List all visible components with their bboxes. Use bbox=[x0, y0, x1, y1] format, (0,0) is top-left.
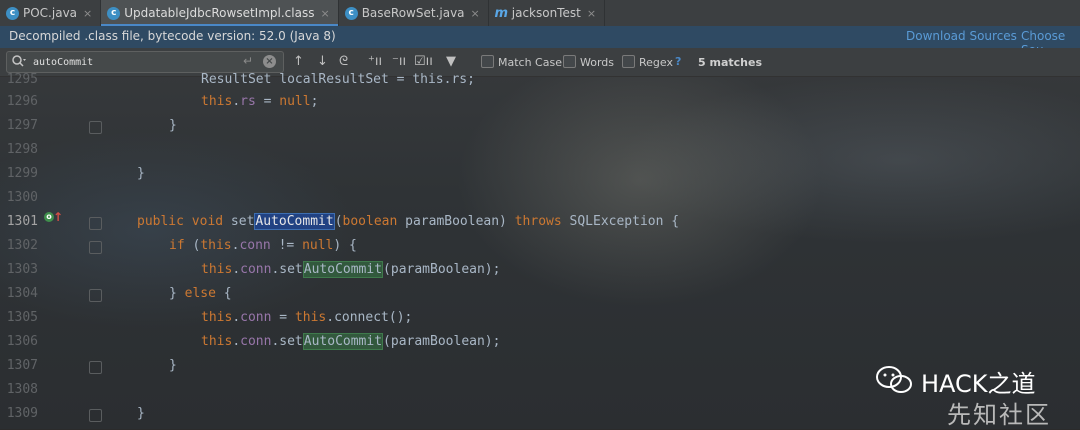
code-line: if (this.conn != null) { bbox=[169, 238, 357, 253]
close-icon[interactable]: × bbox=[83, 7, 92, 20]
line-number: 1302 bbox=[6, 238, 38, 253]
fold-marker-icon[interactable] bbox=[89, 121, 102, 134]
filter-icon[interactable]: ▼ bbox=[446, 54, 456, 69]
tab-poc-java[interactable]: c POC.java × bbox=[0, 0, 102, 26]
tab-label: BaseRowSet.java bbox=[361, 6, 465, 20]
watermark-title: HACK之道 bbox=[921, 370, 1036, 398]
code-line: this.rs = null; bbox=[201, 94, 319, 109]
line-number: 1303 bbox=[6, 262, 38, 277]
code-line: } bbox=[137, 166, 145, 181]
code-line: public void setAutoCommit(boolean paramB… bbox=[137, 213, 680, 230]
regex-label[interactable]: Regex bbox=[639, 56, 673, 69]
tab-label: POC.java bbox=[23, 6, 78, 20]
search-field[interactable]: ↵ × bbox=[6, 51, 284, 73]
code-line: this.conn.setAutoCommit(paramBoolean); bbox=[201, 333, 501, 350]
class-c-icon: c bbox=[107, 6, 121, 20]
fold-marker-icon[interactable] bbox=[89, 361, 102, 374]
search-history-icon[interactable] bbox=[11, 54, 27, 70]
line-number: 1295 bbox=[6, 72, 38, 87]
remove-occurrence-icon[interactable]: ⁻ıı bbox=[392, 54, 406, 69]
fold-marker-icon[interactable] bbox=[89, 217, 102, 230]
line-number: 1306 bbox=[6, 334, 38, 349]
line-number: 1301 bbox=[6, 214, 38, 229]
regex-checkbox[interactable] bbox=[622, 55, 635, 68]
clear-search-icon[interactable]: × bbox=[263, 55, 276, 68]
code-line: this.conn = this.connect(); bbox=[201, 310, 413, 325]
tab-label: UpdatableJdbcRowsetImpl.class bbox=[124, 6, 315, 20]
class-c-icon: c bbox=[344, 6, 358, 20]
line-number: 1305 bbox=[6, 310, 38, 325]
tab-jackson-test[interactable]: m jacksonTest × bbox=[489, 0, 606, 26]
code-line: } bbox=[137, 406, 145, 421]
wechat-icon bbox=[876, 366, 912, 393]
code-editor[interactable]: 1295 ResultSet localResultSet = this.rs;… bbox=[0, 72, 1080, 429]
tab-updatable-jdbc-rowset-impl[interactable]: c UpdatableJdbcRowsetImpl.class × bbox=[101, 0, 339, 26]
line-number: 1307 bbox=[6, 358, 38, 373]
add-occurrence-icon[interactable]: ⁺ıı bbox=[368, 54, 382, 69]
close-icon[interactable]: × bbox=[471, 7, 480, 20]
line-number: 1298 bbox=[6, 142, 38, 157]
code-line: } bbox=[169, 358, 177, 373]
next-occurrence-icon[interactable]: ↓ bbox=[317, 54, 328, 69]
regex-help-icon[interactable]: ? bbox=[675, 55, 681, 68]
line-number: 1304 bbox=[6, 286, 38, 301]
download-sources-link[interactable]: Download Sources bbox=[906, 29, 1017, 43]
enter-icon: ↵ bbox=[243, 54, 254, 68]
line-number: 1300 bbox=[6, 190, 38, 205]
line-number: 1296 bbox=[6, 94, 38, 109]
code-line: } bbox=[169, 118, 177, 133]
method-m-icon: m bbox=[494, 5, 509, 21]
decompiled-notice-text: Decompiled .class file, bytecode version… bbox=[9, 29, 336, 43]
editor-tab-bar: c POC.java × c UpdatableJdbcRowsetImpl.c… bbox=[0, 0, 1080, 27]
match-count: 5 matches bbox=[698, 56, 762, 69]
words-label[interactable]: Words bbox=[580, 56, 614, 69]
find-all-icon[interactable]: ᘓ bbox=[339, 54, 348, 69]
words-checkbox[interactable] bbox=[563, 55, 576, 68]
tab-base-row-set[interactable]: c BaseRowSet.java × bbox=[339, 0, 489, 26]
previous-occurrence-icon[interactable]: ↑ bbox=[293, 54, 304, 69]
match-case-checkbox[interactable] bbox=[481, 55, 494, 68]
line-number: 1297 bbox=[6, 118, 38, 133]
decompiled-notice-bar: Decompiled .class file, bytecode version… bbox=[0, 26, 1080, 57]
fold-marker-icon[interactable] bbox=[89, 409, 102, 422]
match-case-label[interactable]: Match Case bbox=[498, 56, 562, 69]
select-all-occurrences-icon[interactable]: ☑ıı bbox=[414, 54, 433, 69]
close-icon[interactable]: × bbox=[320, 7, 329, 20]
class-c-icon: c bbox=[6, 6, 19, 20]
code-line: } else { bbox=[169, 286, 232, 301]
code-line: ResultSet localResultSet = this.rs; bbox=[201, 72, 475, 87]
close-icon[interactable]: × bbox=[587, 7, 596, 20]
search-input[interactable] bbox=[33, 54, 233, 70]
tab-label: jacksonTest bbox=[511, 6, 581, 20]
fold-marker-icon[interactable] bbox=[89, 289, 102, 302]
fold-marker-icon[interactable] bbox=[89, 241, 102, 254]
line-number: 1309 bbox=[6, 406, 38, 421]
code-line: this.conn.setAutoCommit(paramBoolean); bbox=[201, 261, 501, 278]
line-number: 1308 bbox=[6, 382, 38, 397]
line-number: 1299 bbox=[6, 166, 38, 181]
watermark-subtitle: 先知社区 bbox=[947, 401, 1051, 429]
